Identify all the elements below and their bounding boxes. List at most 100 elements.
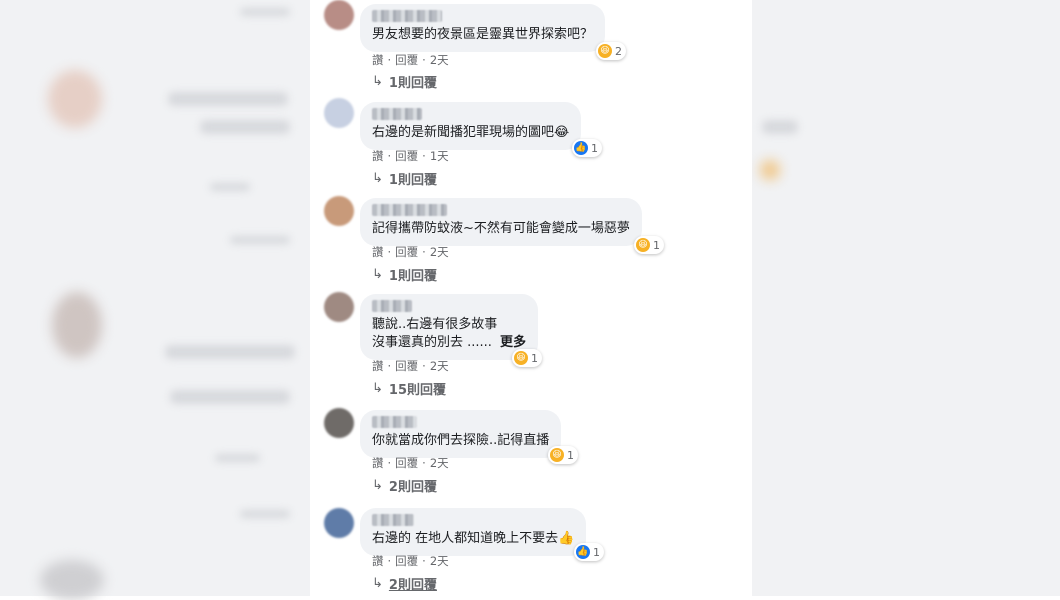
like-link[interactable]: 讚 (372, 245, 384, 259)
separator: · (422, 245, 426, 259)
reply-link[interactable]: 回覆 (395, 53, 418, 67)
view-replies-link[interactable]: ↳ 2則回覆 (372, 476, 437, 495)
comment-text: 你就當成你們去探險..記得直播 (372, 433, 550, 448)
separator: · (387, 359, 392, 373)
comment-text: 男友想要的夜景區是靈異世界探索吧？ (372, 27, 594, 42)
blurred-line (240, 8, 290, 16)
reply-link[interactable]: 回覆 (395, 245, 418, 259)
haha-icon: 😆 (598, 44, 612, 58)
comment-actions: 讚 · 回覆 · 2天 (372, 455, 453, 471)
reaction-count-value: 2 (615, 44, 622, 58)
like-link[interactable]: 讚 (372, 149, 384, 163)
haha-icon: 😆 (550, 448, 564, 462)
reply-arrow-icon: ↳ (372, 74, 383, 89)
comment-bubble: 記得攜帶防蚊液~不然有可能會變成一場惡夢 (360, 198, 642, 246)
separator: · (387, 149, 392, 163)
view-replies-link[interactable]: ↳ 2則回覆 (372, 574, 437, 593)
avatar[interactable] (324, 0, 354, 30)
timestamp[interactable]: 1天 (430, 149, 449, 163)
blurred-line (168, 92, 288, 106)
commenter-name-redacted[interactable] (372, 416, 417, 428)
reaction-count[interactable]: 👍 1 (572, 139, 602, 157)
replies-count: 2則回覆 (388, 480, 437, 495)
timestamp[interactable]: 2天 (430, 554, 449, 568)
reaction-count[interactable]: 😆 2 (596, 42, 626, 60)
reaction-count[interactable]: 😆 1 (634, 236, 664, 254)
timestamp[interactable]: 2天 (430, 53, 449, 67)
reaction-count[interactable]: 😆 1 (548, 446, 578, 464)
replies-count: 15則回覆 (388, 383, 446, 398)
reply-link[interactable]: 回覆 (395, 456, 418, 470)
avatar[interactable] (324, 98, 354, 128)
reaction-count-value: 1 (567, 448, 574, 462)
comment-bubble: 聽說..右邊有很多故事 沒事還真的別去 ...... 更多 (360, 294, 538, 360)
reaction-count-value: 1 (531, 351, 538, 365)
reply-link[interactable]: 回覆 (395, 554, 418, 568)
comment-text: 記得攜帶防蚊液~不然有可能會變成一場惡夢 (372, 221, 630, 236)
separator: · (422, 456, 426, 470)
separator: · (422, 554, 426, 568)
commenter-name-redacted[interactable] (372, 108, 422, 120)
avatar[interactable] (324, 292, 354, 322)
separator: · (387, 53, 392, 67)
reply-arrow-icon: ↳ (372, 267, 383, 282)
timestamp[interactable]: 2天 (430, 245, 449, 259)
separator: · (387, 554, 392, 568)
reply-link[interactable]: 回覆 (395, 149, 418, 163)
timestamp[interactable]: 2天 (430, 359, 449, 373)
commenter-name-redacted[interactable] (372, 300, 412, 312)
reaction-count-value: 1 (591, 141, 598, 155)
reply-arrow-icon: ↳ (372, 576, 383, 591)
commenter-name-redacted[interactable] (372, 10, 442, 22)
separator: · (422, 53, 426, 67)
reply-link[interactable]: 回覆 (395, 359, 418, 373)
like-link[interactable]: 讚 (372, 359, 384, 373)
replies-count: 1則回覆 (388, 173, 437, 188)
blurred-line (170, 390, 290, 404)
reply-arrow-icon: ↳ (372, 171, 383, 186)
avatar[interactable] (324, 508, 354, 538)
replies-count: 1則回覆 (388, 76, 437, 91)
view-replies-link[interactable]: ↳ 1則回覆 (372, 169, 437, 188)
reaction-count[interactable]: 😆 1 (512, 349, 542, 367)
replies-count: 1則回覆 (388, 269, 437, 284)
haha-icon: 😆 (636, 238, 650, 252)
blurred-line (762, 120, 798, 134)
reaction-count[interactable]: 👍 1 (574, 543, 604, 561)
comment-feed: 男友想要的夜景區是靈異世界探索吧？ 😆 2 讚 · 回覆 · 2天 ↳ 1則回覆 右邊的是… (310, 0, 752, 596)
like-link[interactable]: 讚 (372, 53, 384, 67)
blurred-line (230, 236, 290, 244)
blurred-avatar (40, 560, 104, 600)
comment-text: 聽說..右邊有很多故事 (372, 317, 498, 332)
blurred-line (240, 510, 290, 518)
commenter-name-redacted[interactable] (372, 204, 447, 216)
comment-bubble: 右邊的是新聞播犯罪現場的圖吧😂 (360, 102, 582, 150)
see-more-link[interactable]: 更多 (500, 335, 526, 350)
commenter-name-redacted[interactable] (372, 514, 414, 526)
reaction-count-value: 1 (593, 545, 600, 559)
blurred-line (165, 345, 295, 359)
like-icon: 👍 (576, 545, 590, 559)
reply-arrow-icon: ↳ (372, 381, 383, 396)
view-replies-link[interactable]: ↳ 15則回覆 (372, 379, 446, 398)
blurred-avatar (52, 292, 102, 358)
like-icon: 👍 (574, 141, 588, 155)
comment-bubble: 右邊的 在地人都知道晚上不要去👍 (360, 508, 587, 556)
blurred-background-right (752, 0, 1060, 596)
blurred-background-left (0, 0, 310, 600)
comment-actions: 讚 · 回覆 · 2天 (372, 358, 453, 374)
separator: · (387, 456, 392, 470)
comment-actions: 讚 · 回覆 · 2天 (372, 244, 453, 260)
haha-icon: 😆 (514, 351, 528, 365)
like-link[interactable]: 讚 (372, 456, 384, 470)
reaction-count-value: 1 (653, 238, 660, 252)
comment-actions: 讚 · 回覆 · 1天 (372, 148, 453, 164)
view-replies-link[interactable]: ↳ 1則回覆 (372, 72, 437, 91)
view-replies-link[interactable]: ↳ 1則回覆 (372, 265, 437, 284)
timestamp[interactable]: 2天 (430, 456, 449, 470)
avatar[interactable] (324, 196, 354, 226)
comment-text-line-2: 沒事還真的別去 ...... 更多 (372, 334, 526, 352)
comment-actions: 讚 · 回覆 · 2天 (372, 553, 453, 569)
avatar[interactable] (324, 408, 354, 438)
like-link[interactable]: 讚 (372, 554, 384, 568)
